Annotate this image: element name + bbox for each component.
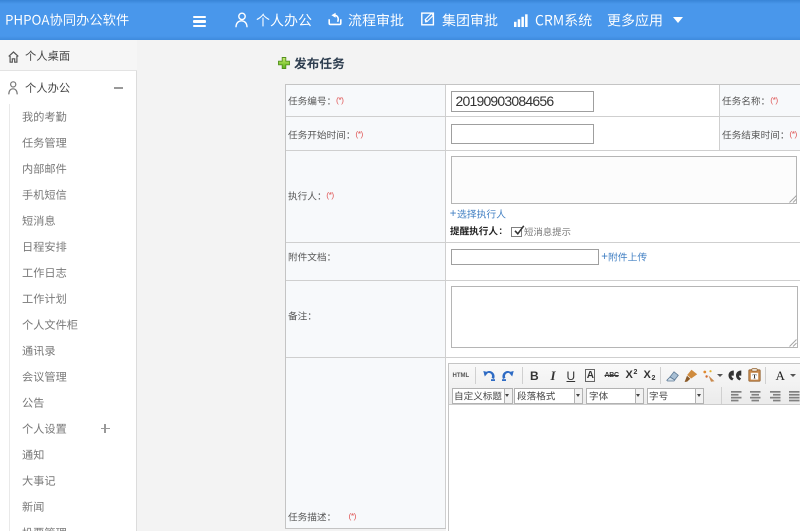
svg-text:T: T — [752, 374, 757, 381]
